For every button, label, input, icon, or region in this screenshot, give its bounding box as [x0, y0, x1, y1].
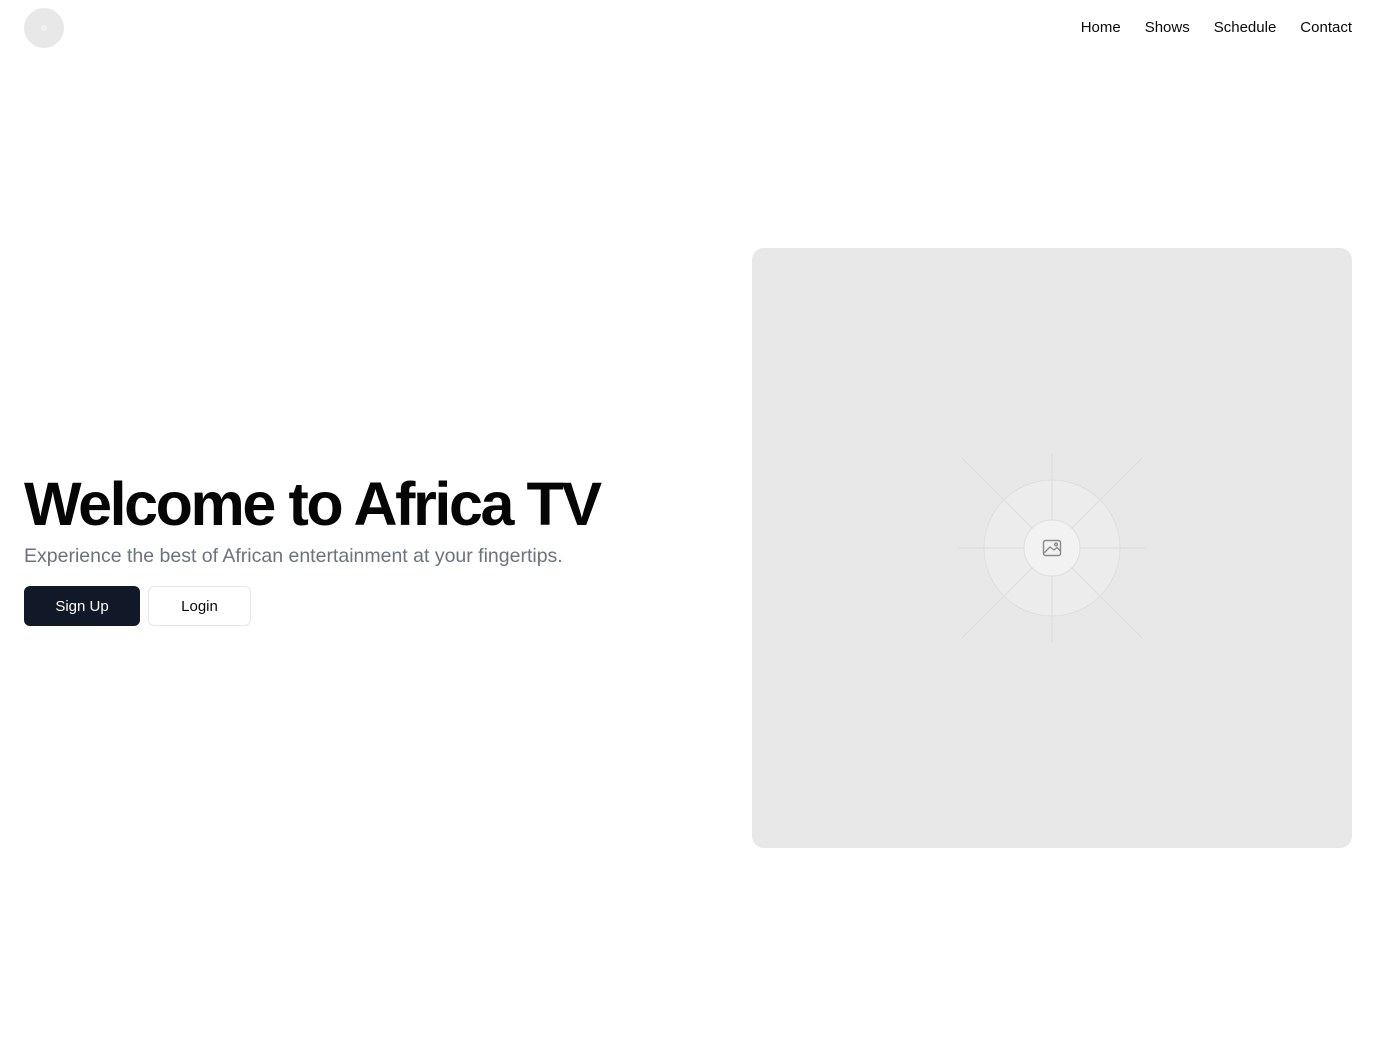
- nav-link-shows[interactable]: Shows: [1145, 18, 1190, 38]
- main-nav: Home Shows Schedule Contact: [1081, 18, 1352, 38]
- nav-link-schedule[interactable]: Schedule: [1214, 18, 1277, 38]
- hero-actions: Sign Up Login: [24, 586, 724, 626]
- logo-icon: [41, 25, 47, 31]
- page: Home Shows Schedule Contact Welcome to A…: [0, 0, 1376, 1040]
- hero-subtitle: Experience the best of African entertain…: [24, 545, 563, 567]
- hero-image-placeholder: [752, 248, 1352, 848]
- placeholder-graphic: [957, 453, 1147, 643]
- hero-title: Welcome to Africa TV: [24, 470, 602, 538]
- signup-button[interactable]: Sign Up: [24, 586, 140, 626]
- hero-section: Welcome to Africa TV Experience the best…: [24, 472, 724, 626]
- logo[interactable]: [24, 8, 64, 48]
- nav-link-home[interactable]: Home: [1081, 18, 1121, 38]
- login-button[interactable]: Login: [148, 586, 251, 626]
- site-header: Home Shows Schedule Contact: [0, 0, 1376, 56]
- nav-link-contact[interactable]: Contact: [1300, 18, 1352, 38]
